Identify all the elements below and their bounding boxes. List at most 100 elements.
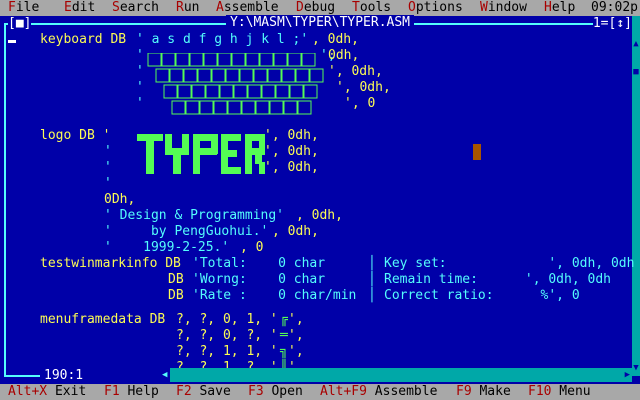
scroll-down-arrow-icon[interactable]: ▼ — [632, 362, 640, 374]
menu-assemble[interactable]: Assemble — [216, 0, 279, 16]
keyrow4-tail: ', 0 — [344, 96, 376, 111]
logo-block — [245, 148, 265, 155]
key-cap — [283, 100, 298, 115]
status-menu-key: F10 — [528, 384, 552, 399]
key-cap — [191, 84, 206, 99]
date-tail: , 0 — [240, 240, 264, 255]
status-save[interactable]: F2 Save — [176, 384, 231, 400]
key-cap — [253, 68, 268, 83]
testwin-total: 'Total: 0 char — [192, 256, 326, 271]
key-cap — [247, 84, 262, 99]
design-tail: , 0dh, — [296, 208, 343, 223]
menuframe-glyph-3: ╗ — [280, 344, 288, 359]
status-menu-label: Menu — [551, 384, 591, 399]
testwin-db-2: DB — [168, 272, 192, 287]
scroll-left-arrow-icon[interactable]: ◀ — [162, 368, 167, 382]
key-cap — [309, 68, 324, 83]
logo-line5: 0Dh, — [104, 192, 136, 207]
menu-assemble-hotkey: A — [216, 0, 224, 15]
testwin-keyset: Key set: ', 0dh, 0dh — [384, 256, 635, 271]
menu-edit-hotkey: E — [64, 0, 72, 15]
horizontal-scrollbar[interactable]: ◀ ▶ — [160, 368, 632, 382]
status-menu[interactable]: F10 Menu — [528, 384, 591, 400]
code-area[interactable]: keyboard DB ' a s d f g h j k l ;' , 0dh,… — [0, 32, 634, 375]
logo-block — [221, 167, 241, 174]
editor-window[interactable]: [■] Y:\MASM\TYPER\TYPER.ASM 1=[↕] ▲ ■ ▼ … — [0, 15, 640, 384]
status-help-key: F1 — [104, 384, 120, 399]
status-assemble-label: Assemble — [366, 384, 438, 399]
testwin-remain: Remain time: ', 0dh, 0dh — [384, 272, 611, 287]
key-cap — [217, 53, 232, 67]
status-help[interactable]: F1 Help — [104, 384, 159, 400]
status-bar: Alt+X Exit F1 Help F2 Save F3 Open Alt+F… — [0, 384, 640, 400]
logo-block — [173, 152, 181, 174]
menu-search-hotkey: S — [112, 0, 120, 15]
keyboard-label: keyboard DB — [40, 32, 134, 47]
menu-file-label: ile — [15, 0, 40, 15]
menu-tools[interactable]: Tools — [352, 0, 391, 16]
key-cap — [185, 100, 200, 115]
date-string: ' 1999-2-25.' — [104, 240, 230, 255]
testwin-ratio: Correct ratio: %', 0 — [384, 288, 580, 303]
testwin-sep-3: │ — [368, 288, 376, 303]
status-make-label: Make — [471, 384, 511, 399]
testwin-rate: 'Rate : 0 char/min — [192, 288, 357, 303]
keyrow4-open: ' — [136, 96, 144, 111]
close-button[interactable]: [■] — [8, 16, 32, 32]
author-string: ' by PengGuohui.' — [104, 224, 269, 239]
key-cap — [287, 53, 302, 67]
menu-run-label: un — [183, 0, 200, 15]
menu-window[interactable]: Window — [480, 0, 527, 16]
author-tail: , 0dh, — [272, 224, 319, 239]
menuframe-end-2: ', — [288, 328, 304, 343]
menu-help[interactable]: Help — [544, 0, 575, 16]
logo-block — [193, 148, 217, 155]
menu-search[interactable]: Search — [112, 0, 159, 16]
keyboard-key-grid — [147, 53, 324, 115]
key-cap — [171, 100, 186, 115]
testwin-sep-2: │ — [368, 272, 376, 287]
key-cap — [175, 53, 190, 67]
key-cap — [267, 68, 282, 83]
keyboard-keys-string: ' a s d f g h j k l ;' — [136, 32, 309, 47]
key-cap — [147, 53, 162, 67]
key-cap — [275, 84, 290, 99]
logo-block — [221, 150, 237, 157]
menu-assemble-label: ssemble — [223, 0, 279, 15]
menuframe-label: menuframedata DB — [40, 312, 174, 327]
window-title: Y:\MASM\TYPER\TYPER.ASM — [225, 15, 415, 31]
key-cap — [261, 84, 276, 99]
status-open-key: F3 — [248, 384, 264, 399]
typer-logo-art — [137, 134, 265, 174]
scroll-thumb-icon[interactable]: ■ — [632, 66, 640, 78]
menu-run[interactable]: Run — [176, 0, 199, 16]
key-cap — [205, 84, 220, 99]
menu-edit[interactable]: Edit — [64, 0, 95, 16]
menu-options-hotkey: O — [408, 0, 416, 15]
key-cap — [281, 68, 296, 83]
key-cap — [255, 100, 270, 115]
key-cap — [177, 84, 192, 99]
key-cap — [163, 84, 178, 99]
menu-options[interactable]: Options — [408, 0, 463, 16]
key-cap — [155, 68, 170, 83]
scroll-right-arrow-icon[interactable]: ▶ — [625, 368, 630, 382]
vertical-scrollbar[interactable]: ▲ ■ ▼ — [632, 16, 640, 376]
zoom-button[interactable]: 1=[↕] — [592, 16, 632, 32]
logo-block — [221, 134, 241, 141]
status-assemble[interactable]: Alt+F9 Assemble — [320, 384, 437, 400]
keyrow3-tail: ', 0dh, — [336, 80, 391, 95]
status-open[interactable]: F3 Open — [248, 384, 303, 400]
key-cap — [197, 68, 212, 83]
key-cap — [211, 68, 226, 83]
key-cap — [245, 53, 260, 67]
testwin-label: testwinmarkinfo DB — [40, 256, 189, 271]
menu-debug[interactable]: Debug — [296, 0, 335, 16]
status-save-key: F2 — [176, 384, 192, 399]
key-cap — [303, 84, 318, 99]
status-exit[interactable]: Alt+X Exit — [8, 384, 86, 400]
status-make[interactable]: F9 Make — [456, 384, 511, 400]
scroll-up-arrow-icon[interactable]: ▲ — [632, 38, 640, 50]
menu-file[interactable]: File — [8, 0, 39, 16]
menu-window-label: indow — [487, 0, 527, 15]
